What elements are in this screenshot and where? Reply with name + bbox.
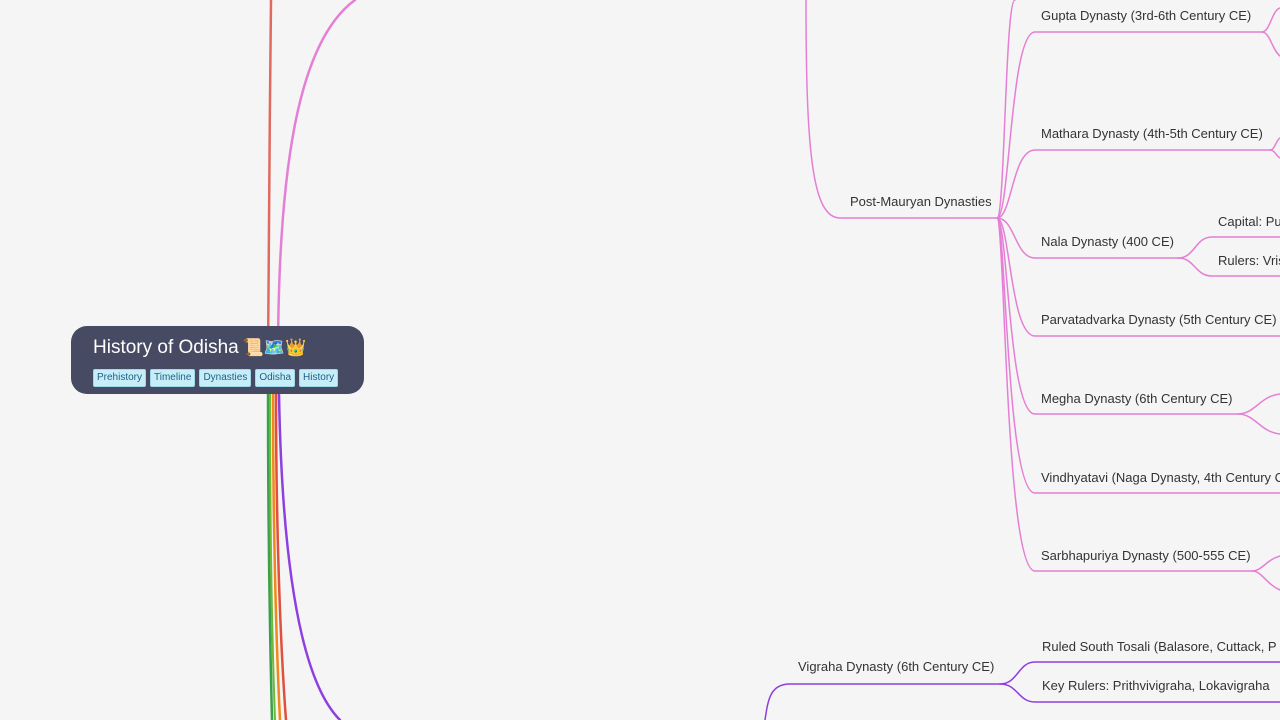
root-title-text: History of Odisha [93,337,239,358]
connector-to-gupta [996,31,1263,219]
connector-pink-trunk [276,0,357,362]
connector-gupta-sub1 [1261,7,1280,33]
node-vigraha[interactable]: Vigraha Dynasty (6th Century CE) [798,659,994,675]
node-sarbhapuriya[interactable]: Sarbhapuriya Dynasty (500-555 CE) [1041,548,1251,564]
tag-timeline[interactable]: Timeline [150,369,196,387]
node-nala-rulers[interactable]: Rulers: Vris [1218,253,1280,269]
tag-odisha[interactable]: Odisha [255,369,296,387]
connector-mathara-sub2 [1269,149,1280,159]
tag-history[interactable]: History [299,369,339,387]
node-vigraha-ruled[interactable]: Ruled South Tosali (Balasore, Cuttack, P [1042,639,1277,655]
node-nala[interactable]: Nala Dynasty (400 CE) [1041,234,1174,250]
connector-megha-sub2 [1237,413,1280,435]
connector-vigraha [764,683,1001,720]
connector-red-trunk [266,0,273,362]
node-nala-capital[interactable]: Capital: Pu [1218,214,1280,230]
root-node[interactable]: History of Odisha 📜🗺️👑 Prehistory Timelin… [71,326,364,394]
connector-gupta-sub2 [1261,31,1280,57]
tag-dynasties[interactable]: Dynasties [199,369,252,387]
node-megha[interactable]: Megha Dynasty (6th Century CE) [1041,391,1232,407]
scroll-map-crown-icon: 📜🗺️👑 [242,338,307,357]
node-vindhyatavi[interactable]: Vindhyatavi (Naga Dynasty, 4th Century C [1041,470,1280,486]
tag-prehistory[interactable]: Prehistory [93,369,147,387]
connector-purple-trunk [277,392,342,720]
node-post-mauryan[interactable]: Post-Mauryan Dynasties [850,194,992,210]
tag-list: Prehistory Timeline Dynasties Odisha His… [93,369,339,387]
connector-sarbhapuriya-sub1 [1251,555,1280,572]
node-parvatadvarka[interactable]: Parvatadvarka Dynasty (5th Century CE) [1041,312,1277,328]
root-title: History of Odisha 📜🗺️👑 [93,336,306,360]
connector-megha-sub1 [1237,393,1280,415]
connector-mathara-sub1 [1269,137,1280,151]
node-mathara[interactable]: Mathara Dynasty (4th-5th Century CE) [1041,126,1263,142]
connector-to-mathara [996,149,1271,219]
node-vigraha-rulers[interactable]: Key Rulers: Prithvivigraha, Lokavigraha [1042,678,1270,694]
connector-post-mauryan [805,0,998,219]
node-gupta[interactable]: Gupta Dynasty (3rd-6th Century CE) [1041,8,1251,24]
connector-sarbhapuriya-sub2 [1251,570,1280,591]
